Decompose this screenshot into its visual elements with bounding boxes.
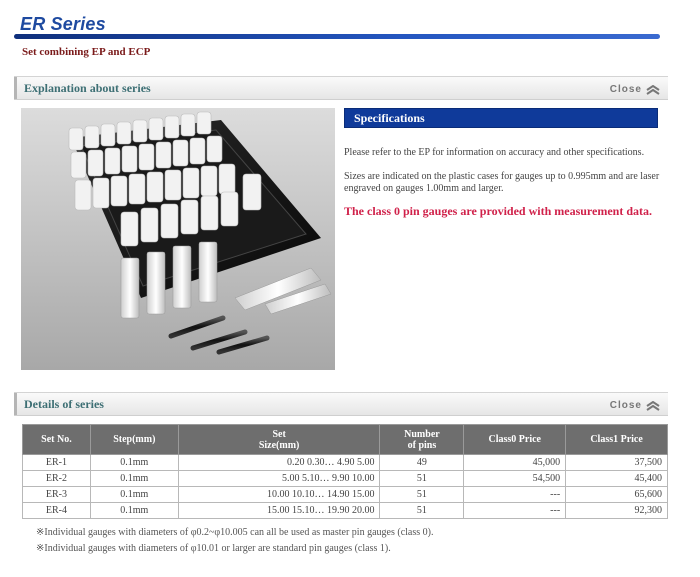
details-title: Details of series — [24, 397, 104, 411]
spec-sizes-text-2: engraved on gauges 1.00mm and larger. — [344, 183, 504, 194]
cell-set-size: 5.00 5.10… 9.90 10.00 — [177, 470, 381, 487]
header-set-size: Set Size(mm) — [177, 424, 381, 455]
chevron-double-up-icon — [646, 400, 660, 411]
table-header-row: Set No. Step(mm) Set Size(mm) Number of pi… — [22, 424, 668, 455]
footnote-class0: ※Individual gauges with diameters of φ0.… — [36, 527, 434, 538]
cell-class0-price: 54,500 — [463, 470, 567, 487]
header-set-no: Set No. — [22, 424, 91, 455]
header-class0-price: Class0 Price — [463, 424, 567, 455]
header-step: Step(mm) — [89, 424, 179, 455]
close-label: Close — [609, 84, 642, 95]
cell-set-size: 10.00 10.10… 14.90 15.00 — [177, 486, 381, 503]
cell-set-no: ER-3 — [22, 486, 91, 503]
chevron-double-up-icon — [646, 84, 660, 95]
footnote-class1: ※Individual gauges with diameters of φ10… — [36, 543, 391, 554]
explanation-section-bar: Explanation about series Close — [14, 76, 668, 100]
cell-class1-price: 92,300 — [565, 502, 668, 519]
cell-pins: 51 — [379, 486, 465, 503]
cell-step: 0.1mm — [89, 486, 179, 503]
explanation-close-button[interactable]: Close — [610, 84, 660, 95]
product-photo — [21, 108, 335, 370]
cell-set-size: 15.00 15.10… 19.90 20.00 — [177, 502, 381, 519]
cell-class1-price: 65,600 — [565, 486, 668, 503]
page-subtitle: Set combining EP and ECP — [22, 46, 151, 58]
close-label: Close — [609, 400, 642, 411]
explanation-title: Explanation about series — [24, 81, 151, 95]
specifications-header: Specifications — [344, 108, 658, 128]
cell-class1-price: 45,400 — [565, 470, 668, 487]
cell-step: 0.1mm — [89, 502, 179, 519]
cell-step: 0.1mm — [89, 454, 179, 471]
cell-set-no: ER-2 — [22, 470, 91, 487]
cell-step: 0.1mm — [89, 470, 179, 487]
cell-set-no: ER-1 — [22, 454, 91, 471]
cell-class1-price: 37,500 — [565, 454, 668, 471]
cell-pins: 51 — [379, 470, 465, 487]
cell-class0-price: --- — [463, 486, 567, 503]
cell-set-no: ER-4 — [22, 502, 91, 519]
spec-highlight-text: The class 0 pin gauges are provided with… — [344, 204, 653, 218]
table-row: ER-1 0.1mm 0.20 0.30… 4.90 5.00 49 45,00… — [22, 454, 668, 471]
table-row: ER-2 0.1mm 5.00 5.10… 9.90 10.00 51 54,5… — [22, 470, 668, 487]
details-section-bar: Details of series Close — [14, 392, 668, 416]
table-row: ER-3 0.1mm 10.00 10.10… 14.90 15.00 51 -… — [22, 486, 668, 503]
spec-accuracy-text: Please refer to the EP for information o… — [344, 147, 645, 158]
cell-set-size: 0.20 0.30… 4.90 5.00 — [177, 454, 381, 471]
table-row: ER-4 0.1mm 15.00 15.10… 19.90 20.00 51 -… — [22, 502, 668, 519]
header-divider — [14, 34, 660, 39]
page-title: ER Series — [20, 14, 106, 34]
specifications-title: Specifications — [354, 111, 425, 125]
cell-class0-price: 45,000 — [463, 454, 567, 471]
details-close-button[interactable]: Close — [610, 400, 660, 411]
details-table: Set No. Step(mm) Set Size(mm) Number of pi… — [22, 424, 668, 519]
header-class1-price: Class1 Price — [565, 424, 668, 455]
cell-pins: 51 — [379, 502, 465, 519]
header-number-of-pins: Number of pins — [379, 424, 465, 455]
cell-class0-price: --- — [463, 502, 567, 519]
cell-pins: 49 — [379, 454, 465, 471]
